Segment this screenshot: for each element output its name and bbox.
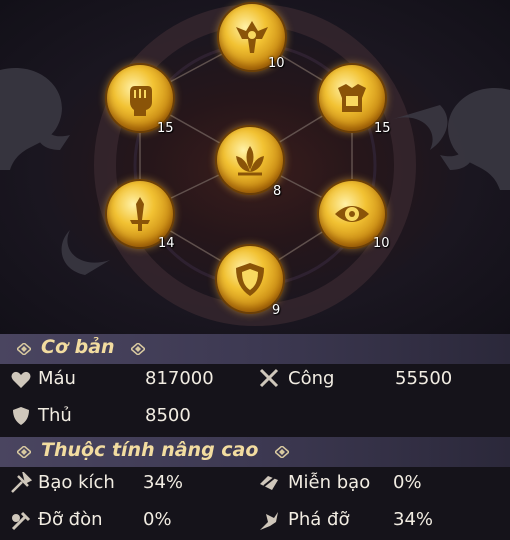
section-title: Thuộc tính nâng cao [41,439,259,461]
node-level: 10 [373,236,390,251]
diamond-ornament-icon [131,343,145,355]
node-level: 8 [273,184,282,199]
stat-value: 8500 [145,405,191,426]
node-level: 10 [268,56,285,71]
basic-stats-header: Cơ bản [0,334,510,364]
stat-label: Máu [38,368,76,389]
block-icon [11,511,31,531]
diamond-ornament-icon [17,343,31,355]
heart-icon [11,371,31,388]
talent-panel: 10 15 15 8 14 10 9 [0,0,510,334]
stat-value: 34% [143,472,184,493]
stat-label: Bạo kích [38,472,115,493]
stat-label: Miễn bạo [288,472,371,493]
node-level: 15 [374,121,391,136]
node-level: 9 [272,303,281,318]
stat-label: Đỡ đòn [38,509,103,530]
stat-value: 55500 [395,368,453,389]
stat-label: Phá đỡ [288,509,350,530]
stat-value: 0% [393,472,422,493]
stat-value: 0% [143,509,172,530]
diamond-ornament-icon [275,446,289,458]
node-level: 15 [157,121,174,136]
stat-value: 34% [393,509,434,530]
stat-label: Thủ [38,405,72,426]
pierce-icon [260,512,278,530]
node-level: 14 [158,236,175,251]
diamond-ornament-icon [17,446,31,458]
critical-resist-icon [260,476,278,490]
stat-label: Công [288,368,335,389]
critical-strike-icon [11,472,32,493]
shield-icon [13,407,29,425]
stat-value: 817000 [145,368,214,389]
advanced-stats-header: Thuộc tính nâng cao [0,437,510,467]
section-title: Cơ bản [41,336,115,358]
crossed-swords-icon [259,368,279,388]
